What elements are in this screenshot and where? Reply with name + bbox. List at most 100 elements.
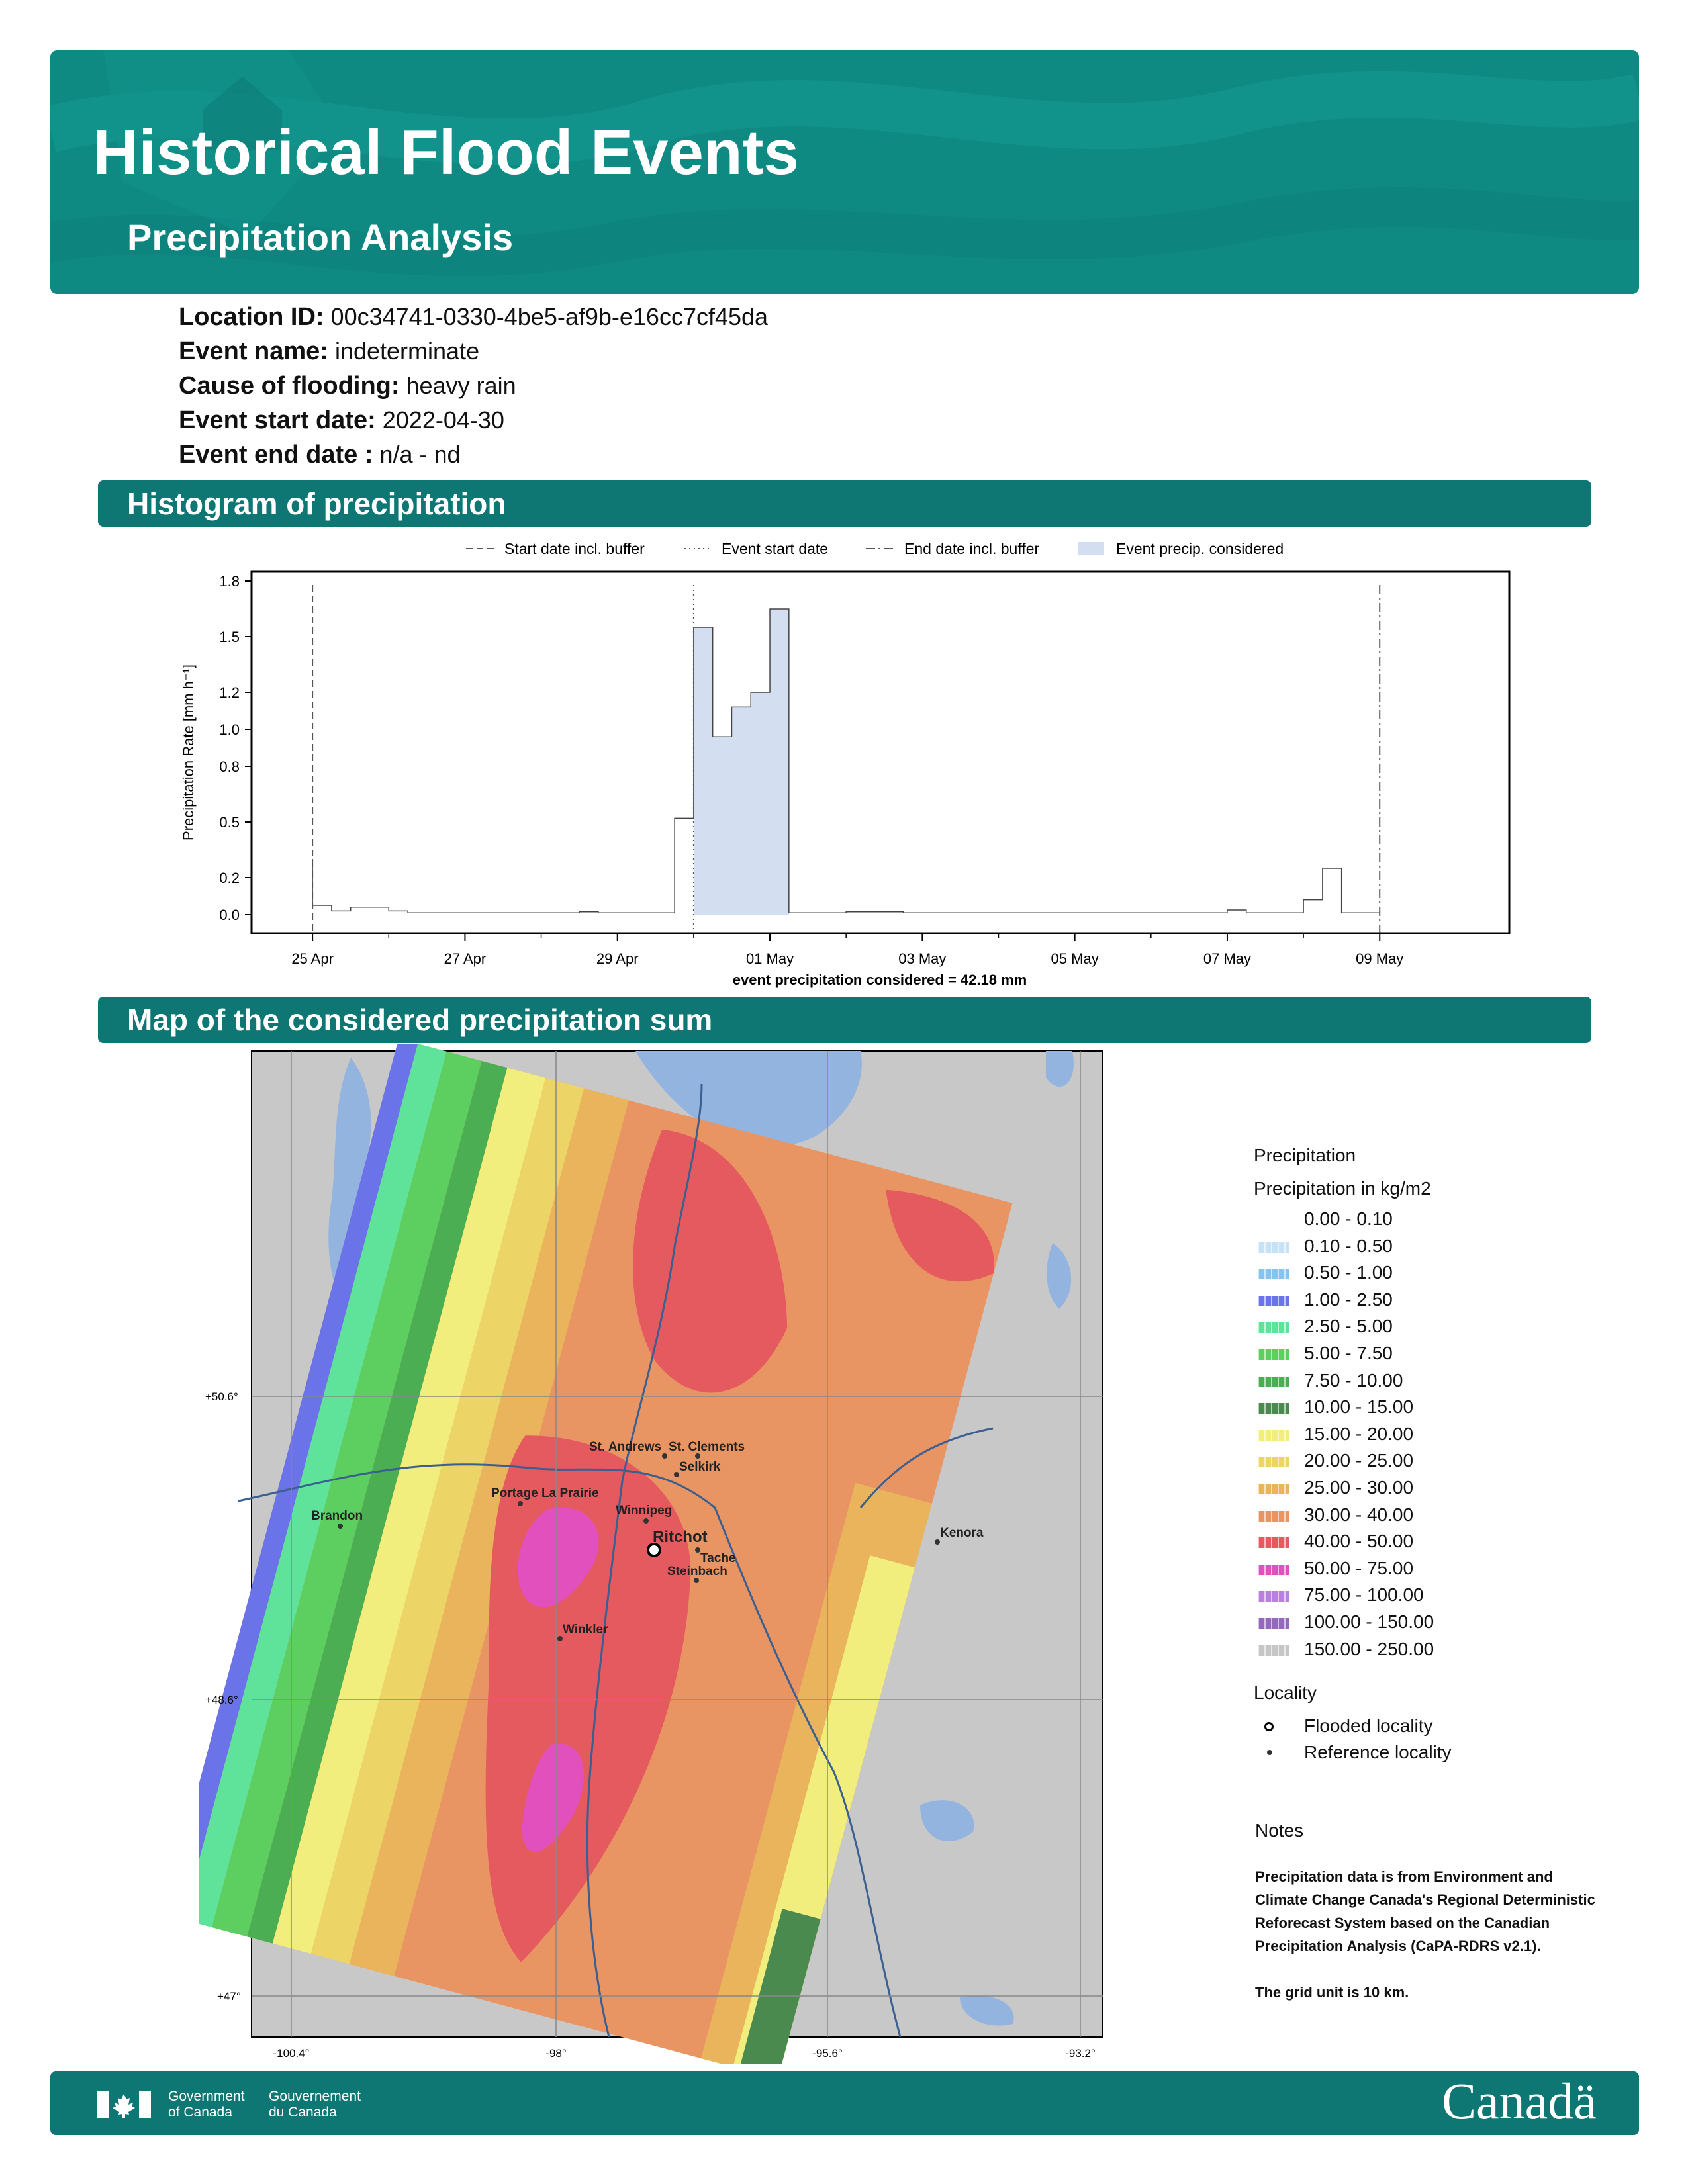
x-tick-label: 09 May <box>1356 950 1403 967</box>
legend-class-row: 25.00 - 30.00 <box>1254 1477 1585 1501</box>
locality-title: Locality <box>1254 1682 1317 1703</box>
legend-class-label: 5.00 - 7.50 <box>1304 1343 1393 1363</box>
legend-class-row: 30.00 - 40.00 <box>1254 1504 1585 1528</box>
section-map: Map of the considered precipitation sum <box>98 997 1591 1043</box>
x-tick-label: 07 May <box>1203 950 1251 967</box>
info-end-date: Event end date : n/a - nd <box>179 441 461 469</box>
info-label: Event name: <box>179 338 328 365</box>
legend-class-row: 0.10 - 0.50 <box>1254 1236 1585 1259</box>
info-value: n/a - nd <box>379 441 461 468</box>
y-tick-label: 1.2 <box>219 684 240 701</box>
legend-class-label: 0.10 - 0.50 <box>1304 1235 1393 1256</box>
y-tick-label: 0.2 <box>219 870 240 886</box>
info-event-name: Event name: indeterminate <box>179 338 479 366</box>
legend-swatch <box>1258 1564 1289 1575</box>
reference-locality-icon <box>1267 1750 1272 1755</box>
legend-class-label: 40.00 - 50.00 <box>1304 1531 1414 1552</box>
info-value: heavy rain <box>406 372 516 399</box>
reference-locality-marker <box>694 1578 699 1583</box>
footer-bar: Government of Canada Gouvernement du Can… <box>50 2071 1639 2135</box>
legend-class-row: 75.00 - 100.00 <box>1254 1584 1585 1608</box>
reference-locality-marker <box>695 1453 700 1459</box>
x-tick-label: 03 May <box>898 950 946 967</box>
info-start-date: Event start date: 2022-04-30 <box>179 406 504 435</box>
lat-tick-label: +47° <box>217 1990 241 2003</box>
lat-tick-label: +50.6° <box>205 1390 238 1403</box>
legend-swatch <box>1258 1430 1289 1441</box>
legend-subtitle: Precipitation in kg/m2 <box>1254 1178 1431 1199</box>
gov-en-line-1: Government <box>168 2089 245 2104</box>
legend-class-row: 20.00 - 25.00 <box>1254 1450 1585 1474</box>
legend-swatch <box>1258 1591 1289 1602</box>
lon-tick-label: -98° <box>545 2047 566 2060</box>
legend-class-label: 20.00 - 25.00 <box>1304 1450 1414 1471</box>
notes-line-1: Precipitation data is from Environment a… <box>1255 1868 1595 1954</box>
info-value: indeterminate <box>334 338 480 365</box>
legend-class-row: 7.50 - 10.00 <box>1254 1370 1585 1394</box>
gov-fr-line-2: du Canada <box>269 2105 337 2120</box>
canada-wordmark: Canadä <box>1442 2072 1597 2130</box>
legend-class-row: 2.50 - 5.00 <box>1254 1316 1585 1340</box>
reference-locality-marker <box>662 1453 667 1459</box>
notes-text: Precipitation data is from Environment a… <box>1255 1865 1599 2004</box>
histogram-legend: Start date incl. buffer Event start date… <box>466 540 1284 557</box>
histogram-footnote: event precipitation considered = 42.18 m… <box>733 972 1027 988</box>
legend-class-label: 10.00 - 15.00 <box>1304 1396 1414 1418</box>
legend-class-row: 50.00 - 75.00 <box>1254 1558 1585 1582</box>
legend-swatch <box>1258 1322 1289 1334</box>
info-value: 2022-04-30 <box>382 406 504 433</box>
considered-precip-area <box>693 609 789 915</box>
precipitation-histogram: Start date incl. buffer Event start date… <box>180 540 1511 988</box>
legend-class-row: 15.00 - 20.00 <box>1254 1424 1585 1447</box>
legend-class-label: 30.00 - 40.00 <box>1304 1504 1414 1525</box>
x-tick-label: 01 May <box>746 950 794 967</box>
legend-title: Precipitation <box>1254 1145 1356 1165</box>
legend-end-buffer: End date incl. buffer <box>904 540 1039 557</box>
y-tick-label: 0.5 <box>219 814 240 831</box>
place-label: Tache <box>700 1551 736 1565</box>
legend-class-label: 100.00 - 150.00 <box>1304 1612 1434 1632</box>
lat-tick-label: +48.6° <box>205 1694 238 1706</box>
legend-class-row: 0.50 - 1.00 <box>1254 1262 1585 1286</box>
reference-locality-marker <box>557 1636 563 1641</box>
x-tick-label: 27 Apr <box>444 950 487 967</box>
lon-tick-label: -93.2° <box>1065 2047 1096 2060</box>
gov-fr-line-1: Gouvernement <box>269 2089 361 2104</box>
precip-step-line <box>312 608 1380 913</box>
legend-swatch <box>1258 1645 1289 1656</box>
legend-event-start: Event start date <box>722 540 828 557</box>
reference-locality-marker <box>695 1547 700 1553</box>
legend-class-row: 0.00 - 0.10 <box>1254 1208 1585 1232</box>
legend-considered: Event precip. considered <box>1116 540 1284 557</box>
info-cause: Cause of flooding: heavy rain <box>179 372 516 400</box>
legend-class-label: 50.00 - 75.00 <box>1304 1557 1414 1578</box>
legend-swatch <box>1258 1349 1289 1360</box>
legend-class-label: 7.50 - 10.00 <box>1304 1369 1403 1390</box>
legend-class-row: 5.00 - 7.50 <box>1254 1343 1585 1367</box>
gov-en-line-2: of Canada <box>168 2105 232 2120</box>
place-label: St. Andrews <box>589 1440 661 1454</box>
reference-locality-marker <box>643 1518 649 1524</box>
reference-locality-marker <box>518 1501 523 1506</box>
legend-reference: Reference locality <box>1304 1742 1452 1762</box>
legend-class-label: 150.00 - 250.00 <box>1304 1638 1434 1659</box>
legend-class-row: 40.00 - 50.00 <box>1254 1531 1585 1555</box>
gov-en: Government of Canada <box>168 2089 245 2120</box>
lon-tick-label: -100.4° <box>273 2047 309 2060</box>
y-axis-label: Precipitation Rate [mm h⁻¹] <box>180 664 197 841</box>
y-tick-label: 0.0 <box>219 907 240 923</box>
legend-considered-swatch <box>1078 542 1104 555</box>
x-tick-label: 05 May <box>1051 950 1099 967</box>
legend-class-label: 75.00 - 100.00 <box>1304 1584 1424 1606</box>
reference-locality-marker <box>674 1472 679 1477</box>
x-tick-label: 29 Apr <box>596 950 639 967</box>
page-title: Historical Flood Events <box>93 117 799 188</box>
place-label: Steinbach <box>667 1565 727 1578</box>
lon-tick-label: -95.6° <box>812 2047 843 2060</box>
place-label-flooded: Ritchot <box>653 1528 708 1546</box>
section-title: Map of the considered precipitation sum <box>127 1003 713 1037</box>
place-label: St. Clements <box>669 1440 745 1454</box>
place-label: Portage La Prairie <box>491 1486 599 1500</box>
legend-flooded: Flooded locality <box>1304 1715 1433 1736</box>
y-tick-label: 0.8 <box>219 758 240 775</box>
